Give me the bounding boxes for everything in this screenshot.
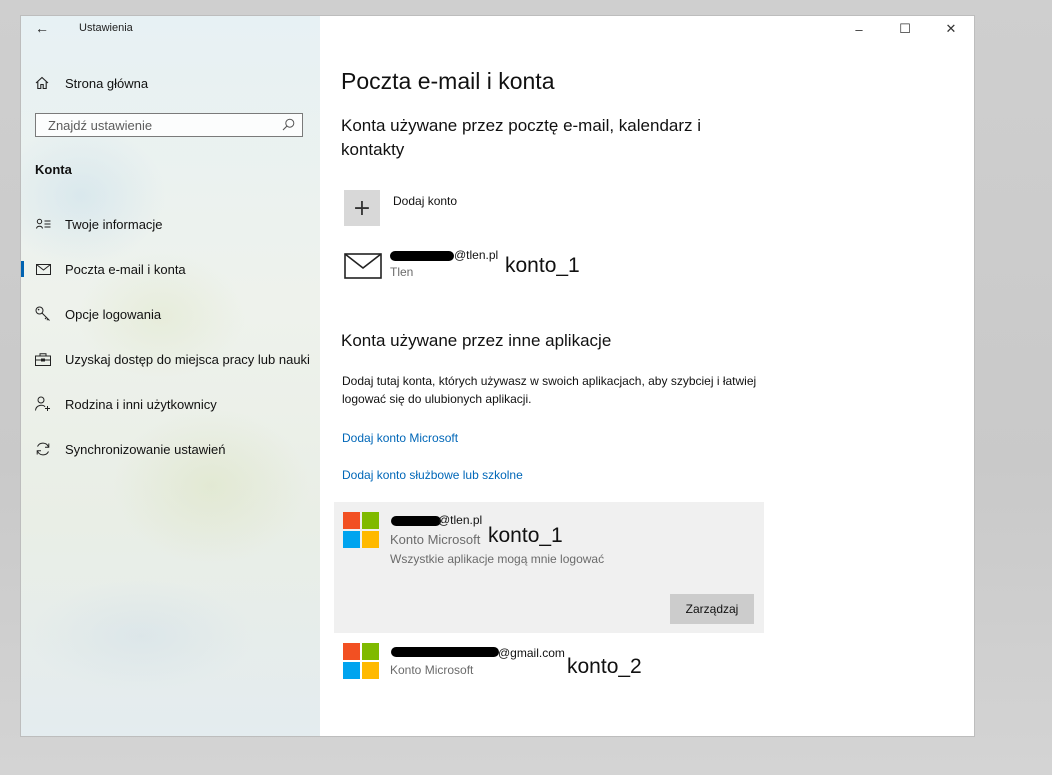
search-box[interactable] <box>35 113 303 137</box>
maximize-button[interactable]: ☐ <box>882 16 928 42</box>
back-arrow-icon[interactable]: ← <box>35 20 49 36</box>
sidebar-item-family[interactable]: Rodzina i inni użytkownicy <box>21 389 320 419</box>
account-email: @gmail.com <box>498 646 565 660</box>
section-heading: Konta <box>35 162 72 177</box>
other-apps-description: Dodaj tutaj konta, których używasz w swo… <box>342 374 757 406</box>
main-content: – ☐ ✕ Poczta e-mail i konta Konta używan… <box>320 16 974 736</box>
home-nav-item[interactable]: Strona główna <box>35 73 148 93</box>
envelope-icon <box>344 253 382 279</box>
redacted-username <box>391 516 441 526</box>
window-controls: – ☐ ✕ <box>836 16 974 42</box>
sidebar-item-label: Rodzina i inni użytkownicy <box>65 396 217 412</box>
person-add-icon <box>35 396 51 412</box>
account-annotation: konto_1 <box>505 254 580 277</box>
sync-icon <box>35 441 51 457</box>
account-provider: Tlen <box>390 265 414 279</box>
microsoft-logo-icon <box>343 643 379 679</box>
sidebar-item-label: Twoje informacje <box>65 216 163 232</box>
account-detail: Wszystkie aplikacje mogą mnie logować <box>390 552 605 566</box>
sidebar-item-label: Opcje logowania <box>65 306 162 322</box>
sidebar-item-label: Uzyskaj dostęp do miejsca pracy lub nauk… <box>65 351 310 367</box>
account-type: Konto Microsoft <box>390 532 481 547</box>
account-email: @tlen.pl <box>454 248 499 262</box>
redacted-username <box>391 647 499 657</box>
microsoft-account-card[interactable]: @tlen.pl Konto Microsoft konto_1 Wszystk… <box>334 502 764 633</box>
account-annotation: konto_2 <box>567 655 642 678</box>
microsoft-logo-icon <box>343 512 379 548</box>
key-icon <box>35 306 51 322</box>
app-title: Ustawienia <box>79 22 133 34</box>
minimize-button[interactable]: – <box>836 16 882 42</box>
add-account-label: Dodaj konto <box>393 194 458 208</box>
close-button[interactable]: ✕ <box>928 16 974 42</box>
other-apps-heading: Konta używane przez inne aplikacje <box>341 331 612 350</box>
page-title: Poczta e-mail i konta <box>341 68 555 94</box>
search-icon[interactable] <box>282 118 295 131</box>
account-type: Konto Microsoft <box>390 663 474 677</box>
plus-icon: + <box>344 190 380 226</box>
briefcase-icon <box>35 351 51 367</box>
settings-window: ← Ustawienia Strona główna Konta <box>21 16 974 736</box>
add-account-button[interactable]: + Dodaj konto <box>344 190 457 226</box>
manage-button[interactable]: Zarządzaj <box>670 594 754 624</box>
add-microsoft-account-link[interactable]: Dodaj konto Microsoft <box>342 431 458 445</box>
sidebar-item-email-accounts[interactable]: Poczta e-mail i konta <box>21 254 320 284</box>
account-email: @tlen.pl <box>438 513 483 527</box>
sidebar-item-sync-settings[interactable]: Synchronizowanie ustawień <box>21 434 320 464</box>
title-bar: ← Ustawienia <box>21 16 320 42</box>
sidebar-item-access-work-school[interactable]: Uzyskaj dostęp do miejsca pracy lub nauk… <box>21 344 320 374</box>
account-annotation: konto_1 <box>488 524 563 547</box>
sidebar-item-your-info[interactable]: Twoje informacje <box>21 209 320 239</box>
sidebar-item-label: Synchronizowanie ustawień <box>65 441 226 457</box>
home-label: Strona główna <box>65 75 149 91</box>
sidebar: ← Ustawienia Strona główna Konta <box>21 16 320 736</box>
microsoft-account-item[interactable]: @gmail.com Konto Microsoft konto_2 <box>334 633 764 693</box>
sidebar-item-sign-in-options[interactable]: Opcje logowania <box>21 299 320 329</box>
add-work-school-account-link[interactable]: Dodaj konto służbowe lub szkolne <box>342 468 523 482</box>
contact-info-icon <box>35 216 51 232</box>
search-input[interactable] <box>36 114 278 136</box>
redacted-username <box>390 251 454 261</box>
sidebar-item-label: Poczta e-mail i konta <box>65 261 186 277</box>
home-icon <box>35 76 49 90</box>
email-accounts-heading: Konta używane przez pocztę e-mail, kalen… <box>341 116 702 159</box>
mail-icon <box>35 261 51 277</box>
